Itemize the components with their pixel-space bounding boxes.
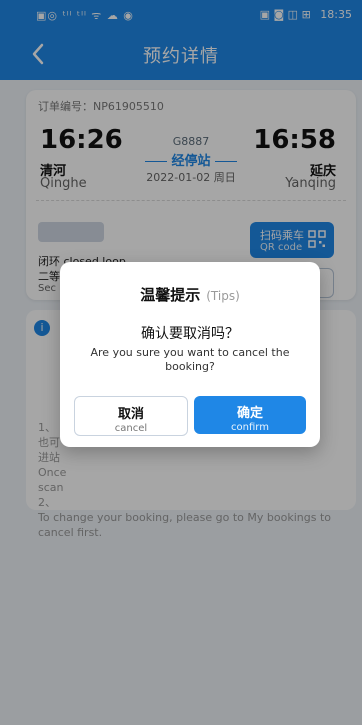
dialog-title: 温馨提示 (Tips) <box>60 284 320 305</box>
dialog-cancel-button[interactable]: 取消 cancel <box>74 396 188 436</box>
dialog-title-cn: 温馨提示 <box>140 286 201 304</box>
confirm-label-en: confirm <box>231 422 269 433</box>
confirm-label-cn: 确定 <box>236 406 263 421</box>
dialog-title-en: (Tips) <box>206 289 240 303</box>
cancel-label-en: cancel <box>114 423 148 434</box>
dialog-confirm-button[interactable]: 确定 confirm <box>194 396 306 434</box>
dialog-question-cn: 确认要取消吗？ <box>141 326 239 342</box>
cancel-label-cn: 取消 <box>117 407 144 422</box>
dialog-question-en: Are you sure you want to cancel the book… <box>90 346 290 373</box>
confirm-cancel-dialog: 温馨提示 (Tips) 确认要取消吗？ Are you sure you want… <box>60 262 320 447</box>
